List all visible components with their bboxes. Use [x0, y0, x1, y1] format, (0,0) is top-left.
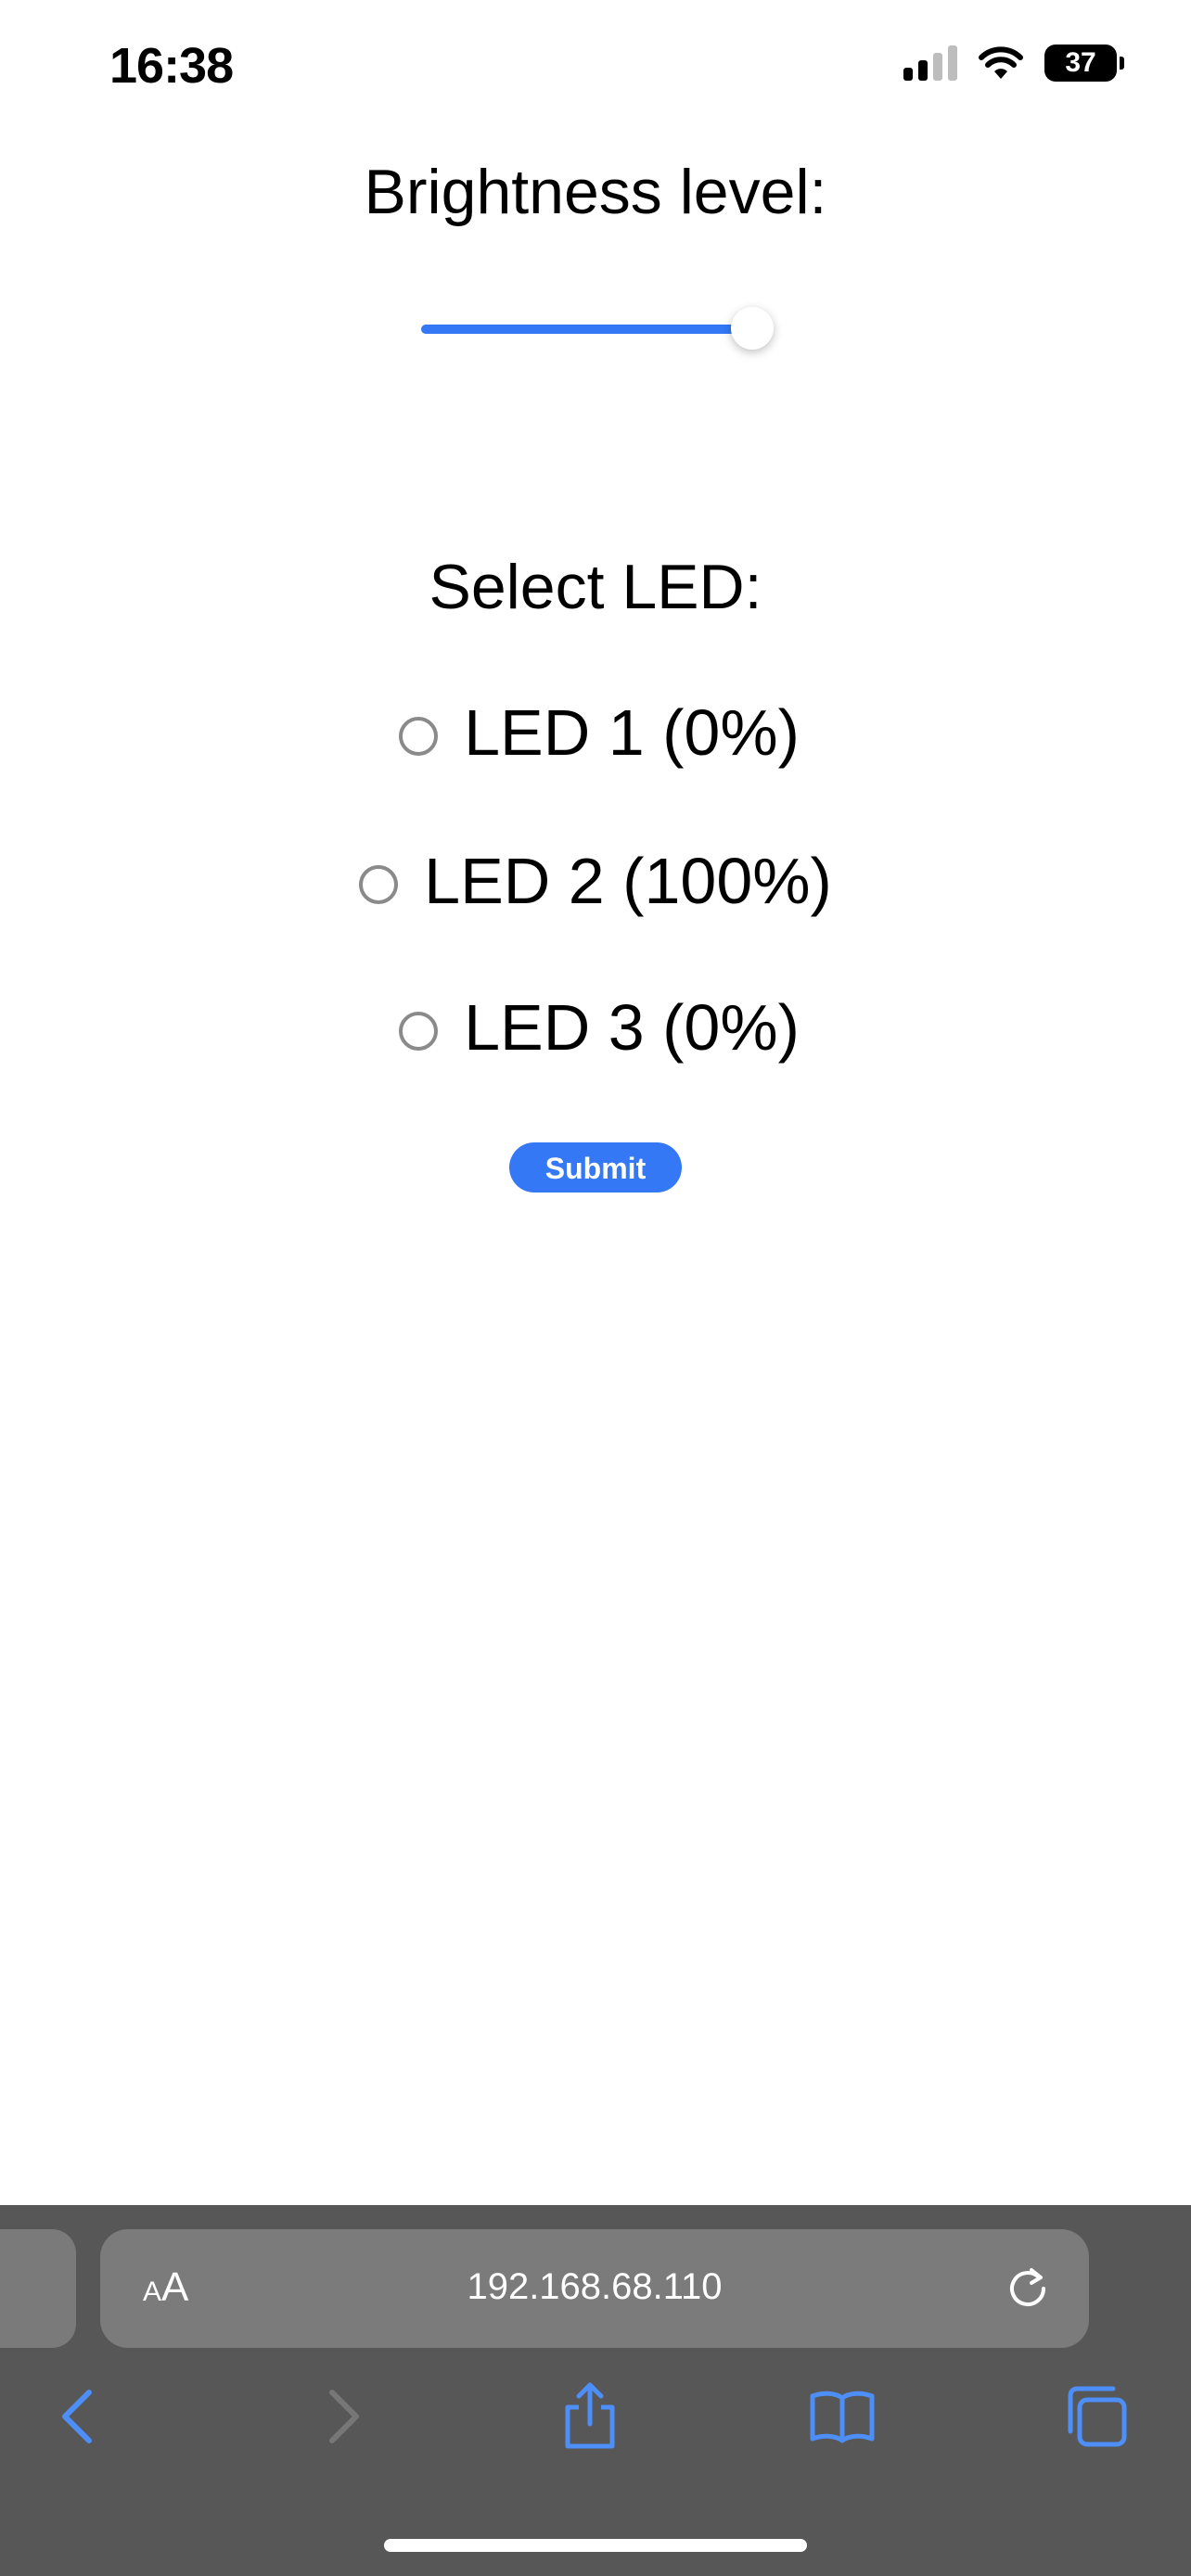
select-led-label: Select LED:	[429, 552, 762, 622]
submit-button[interactable]: Submit	[509, 1142, 682, 1192]
slider-fill	[421, 325, 752, 334]
radio-button[interactable]	[399, 717, 439, 756]
led-option-3[interactable]: LED 3 (0%)	[0, 990, 1191, 1065]
brightness-slider[interactable]	[421, 307, 774, 350]
forward-icon[interactable]	[306, 2381, 377, 2452]
home-indicator	[384, 2539, 807, 2552]
battery-level: 37	[1065, 47, 1096, 78]
led-option-label: LED 1 (0%)	[464, 696, 800, 769]
status-icons: 37	[903, 45, 1124, 82]
screen: 16:38 37 Brightness level: Select LED: L…	[0, 0, 1191, 2576]
bookmarks-icon[interactable]	[807, 2381, 877, 2452]
tabs-icon[interactable]	[1061, 2381, 1132, 2452]
slider-thumb[interactable]	[731, 307, 774, 350]
url-text: 192.168.68.110	[467, 2266, 723, 2307]
address-bar[interactable]: AA 192.168.68.110	[100, 2229, 1089, 2348]
radio-button[interactable]	[359, 865, 399, 904]
led-option-label: LED 3 (0%)	[464, 991, 800, 1064]
status-time: 16:38	[109, 38, 234, 94]
led-option-1[interactable]: LED 1 (0%)	[0, 695, 1191, 770]
wifi-icon	[979, 46, 1023, 79]
browser-toolbar: AA 192.168.68.110	[0, 2205, 1191, 2576]
led-option-label: LED 2 (100%)	[424, 845, 832, 917]
battery-icon: 37	[1044, 45, 1124, 82]
brightness-label: Brightness level:	[364, 157, 827, 227]
radio-button[interactable]	[399, 1012, 439, 1051]
signal-icon	[903, 45, 957, 81]
previous-tab-preview[interactable]	[0, 2229, 76, 2348]
reload-icon[interactable]	[1004, 2264, 1052, 2313]
back-icon[interactable]	[45, 2381, 115, 2452]
led-option-2[interactable]: LED 2 (100%)	[0, 844, 1191, 918]
share-icon[interactable]	[555, 2381, 625, 2452]
